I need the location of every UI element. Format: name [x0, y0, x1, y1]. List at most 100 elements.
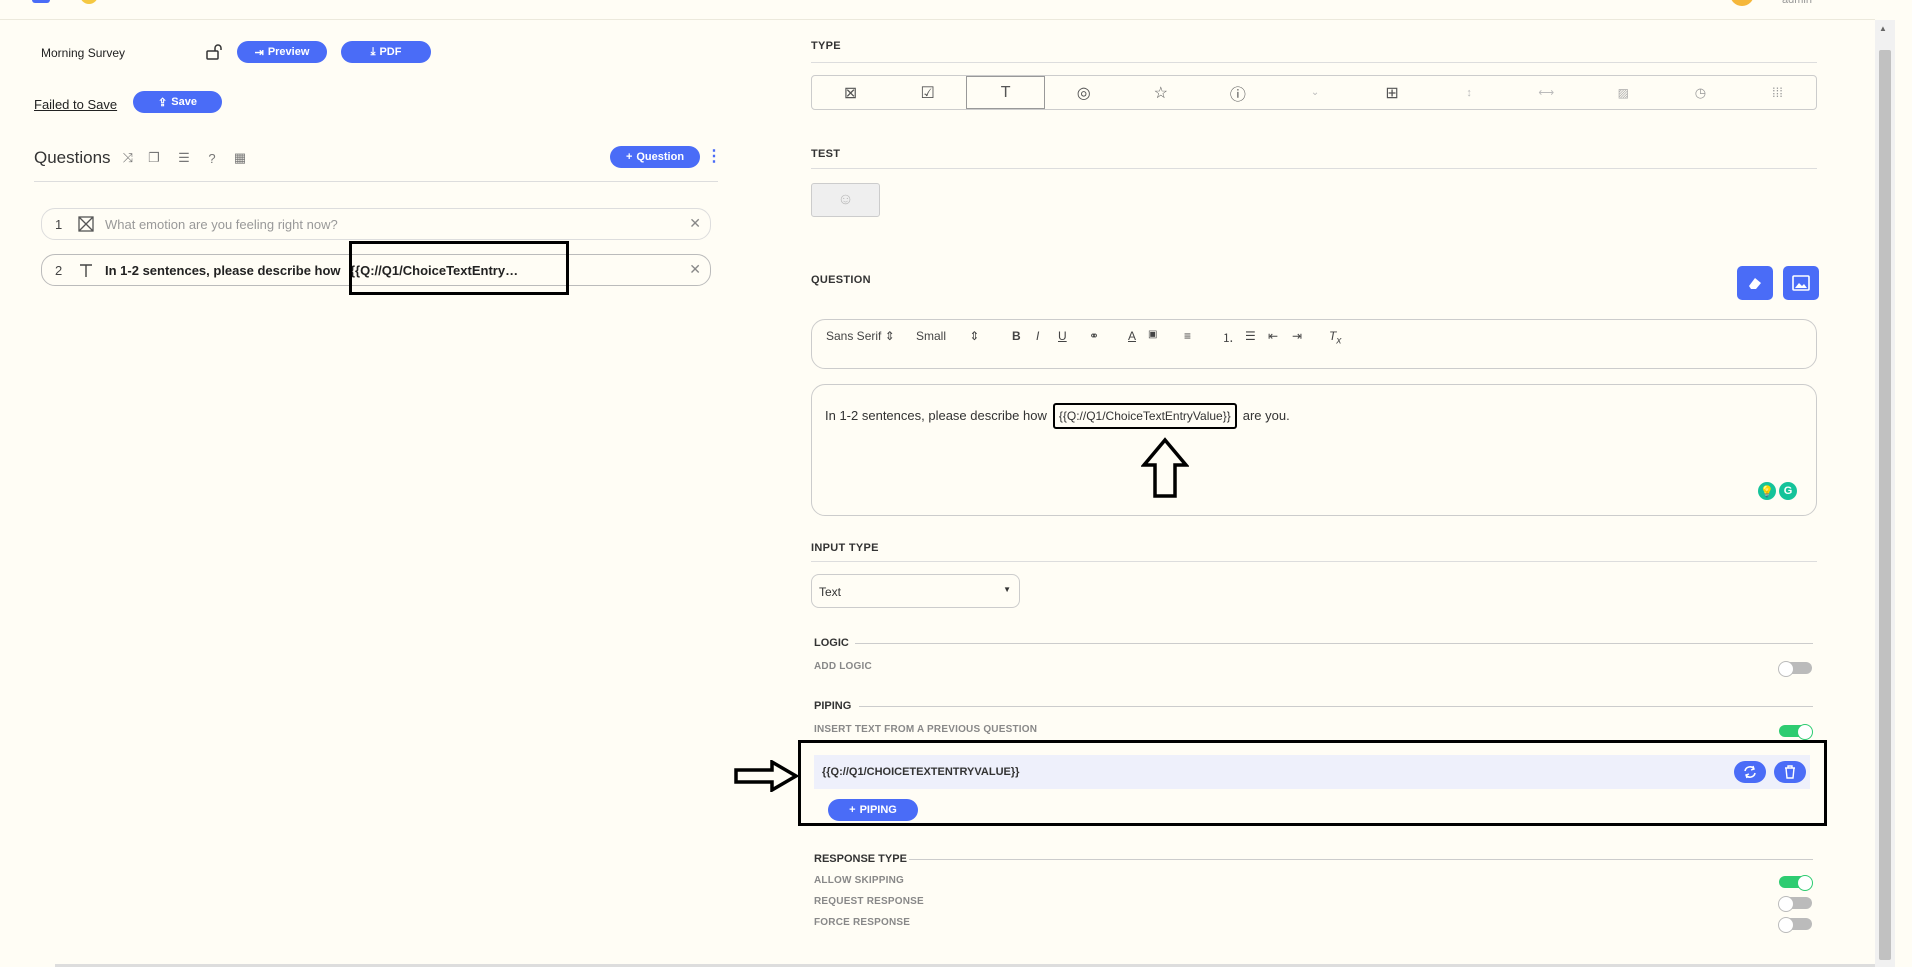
grammarly-icon[interactable]: G — [1779, 482, 1797, 500]
layout-type-icon[interactable]: ⊞ — [1354, 76, 1431, 109]
align-icon[interactable]: ≡ — [1184, 329, 1191, 343]
logic-label: LOGIC — [814, 637, 849, 649]
grid-type-icon[interactable]: ⁞⁞⁞ — [1739, 76, 1816, 109]
highlight-icon[interactable]: ▣ — [1148, 329, 1157, 340]
force-response-label: FORCE RESPONSE — [814, 917, 911, 928]
checkbox-x-icon — [78, 216, 94, 232]
copy-icon[interactable]: ❐ — [146, 150, 162, 166]
questions-title: Questions — [34, 148, 111, 167]
more-options-icon[interactable]: ⋮ — [706, 146, 722, 168]
text-t-icon — [78, 262, 94, 278]
list-icon[interactable]: ☰ — [176, 150, 192, 166]
shuffle-icon[interactable]: ⤨ — [120, 150, 136, 166]
piping-toggle[interactable] — [1779, 724, 1813, 740]
question-type-bar: ⊠ ☑ T ◎ ☆ ⓘ ⌄ ⊞ ↕ ⟷ ▨ ◷ ⁞⁞⁞ — [811, 75, 1817, 110]
force-response-toggle[interactable] — [1778, 917, 1812, 933]
unlock-icon[interactable] — [204, 42, 224, 62]
font-select[interactable]: Sans Serif ⇕ — [826, 329, 895, 343]
insert-text-label: INSERT TEXT FROM A PREVIOUS QUESTION — [814, 724, 1038, 735]
pdf-button[interactable]: ⤓ PDF — [341, 41, 431, 63]
allow-skipping-toggle[interactable] — [1779, 875, 1813, 891]
add-question-button[interactable]: + Question — [610, 146, 700, 168]
preview-button[interactable]: ⇥ Preview — [237, 41, 327, 63]
test-button[interactable]: ☺ — [811, 183, 880, 217]
clock-type-icon[interactable]: ◷ — [1662, 76, 1739, 109]
outdent-icon[interactable]: ⇤ — [1268, 329, 1278, 343]
size-select[interactable]: Small ⇕ — [916, 329, 979, 343]
preview-icon: ⇥ — [254, 46, 264, 59]
request-response-label: REQUEST RESPONSE — [814, 896, 924, 907]
question-number: 2 — [55, 263, 63, 278]
type-label: TYPE — [811, 40, 841, 52]
star-type-icon[interactable]: ☆ — [1122, 76, 1199, 109]
test-label: TEST — [811, 148, 841, 160]
questions-header: Questions ⤨ ❐ ☰ ? ▦ + Question ⋮ — [34, 146, 722, 182]
bulb-icon[interactable]: 💡 — [1758, 482, 1776, 500]
divider — [909, 859, 1813, 860]
ordered-list-icon[interactable]: ⒈ — [1222, 329, 1234, 346]
annotation-box — [349, 241, 569, 295]
annotation-box — [798, 740, 1827, 826]
add-logic-toggle[interactable] — [1778, 661, 1812, 677]
link-icon[interactable]: ⚭ — [1089, 329, 1099, 343]
question-number: 1 — [55, 217, 63, 232]
rich-text-toolbar: Sans Serif ⇕ Small ⇕ B I U ⚭ A ▣ ≡ ⒈ ☰ ⇤… — [811, 319, 1817, 369]
underline-icon[interactable]: U — [1058, 329, 1067, 343]
upload-icon: ⇪ — [158, 96, 168, 109]
checkbox-type-icon[interactable]: ☑ — [889, 76, 966, 109]
divider — [859, 706, 1813, 707]
clear-format-icon[interactable]: Tx — [1329, 329, 1341, 346]
user-name: admin — [1782, 0, 1812, 6]
scrollbar-thumb[interactable] — [1879, 50, 1891, 960]
brain-icon: ☺ — [837, 191, 854, 208]
indent-icon[interactable]: ⇥ — [1292, 329, 1302, 343]
dropdown-type-icon[interactable]: ⌄ — [1276, 76, 1353, 109]
calendar-icon[interactable]: ▦ — [232, 150, 248, 166]
top-bar: admin — [0, 0, 1875, 20]
eraser-button[interactable] — [1737, 266, 1773, 300]
app-logo-icon[interactable] — [32, 0, 50, 3]
failed-to-save-link[interactable]: Failed to Save — [34, 97, 117, 112]
close-icon[interactable]: ✕ — [689, 261, 701, 278]
help-icon[interactable]: ? — [204, 150, 220, 166]
multiple-choice-type-icon[interactable]: ⊠ — [812, 76, 889, 109]
eraser-icon — [1749, 278, 1761, 289]
left-panel: Morning Survey ⇥ Preview ⤓ PDF Failed to… — [0, 20, 740, 967]
question-editor[interactable]: In 1-2 sentences, please describe how {{Q… — [811, 384, 1817, 516]
allow-skipping-label: ALLOW SKIPPING — [814, 875, 905, 886]
image-icon — [1792, 275, 1810, 291]
image-type-icon[interactable]: ▨ — [1585, 76, 1662, 109]
text-color-icon[interactable]: A — [1128, 329, 1136, 343]
question-row-1[interactable]: 1 What emotion are you feeling right now… — [41, 208, 711, 240]
scroll-up-icon[interactable]: ▲ — [1879, 24, 1887, 33]
download-icon: ⤓ — [370, 45, 376, 58]
text-type-icon[interactable]: T — [966, 76, 1046, 109]
bold-icon[interactable]: B — [1012, 329, 1021, 343]
grammarly-widget[interactable]: 💡 G — [1758, 482, 1798, 502]
insert-image-button[interactable] — [1783, 266, 1819, 300]
question-text: In 1-2 sentences, please describe how — [105, 263, 341, 278]
request-response-toggle[interactable] — [1778, 896, 1812, 912]
italic-icon[interactable]: I — [1036, 329, 1039, 343]
slider-horizontal-type-icon[interactable]: ⟷ — [1508, 76, 1585, 109]
avatar[interactable] — [1730, 0, 1754, 6]
pipe-token[interactable]: {{Q://Q1/ChoiceTextEntryValue}} — [1052, 403, 1237, 429]
input-type-label: INPUT TYPE — [811, 542, 879, 554]
divider — [855, 643, 1813, 644]
piping-label: PIPING — [814, 700, 852, 712]
response-type-label: RESPONSE TYPE — [814, 853, 907, 865]
caret-down-icon: ▼ — [1003, 585, 1011, 594]
slider-vertical-type-icon[interactable]: ↕ — [1431, 76, 1508, 109]
info-type-icon[interactable]: ⓘ — [1199, 76, 1276, 109]
camera-type-icon[interactable]: ◎ — [1045, 76, 1122, 109]
bullet-list-icon[interactable]: ☰ — [1245, 329, 1256, 343]
plus-icon: + — [625, 151, 633, 163]
question-text: What emotion are you feeling right now? — [105, 217, 338, 232]
scrollbar[interactable]: ▲ — [1875, 20, 1895, 967]
divider — [811, 561, 1817, 562]
add-logic-label: ADD LOGIC — [814, 661, 872, 672]
close-icon[interactable]: ✕ — [689, 215, 701, 232]
input-type-select[interactable]: Text ▼ — [811, 574, 1020, 608]
survey-title: Morning Survey — [41, 46, 126, 60]
save-button[interactable]: ⇪ Save — [133, 91, 222, 113]
